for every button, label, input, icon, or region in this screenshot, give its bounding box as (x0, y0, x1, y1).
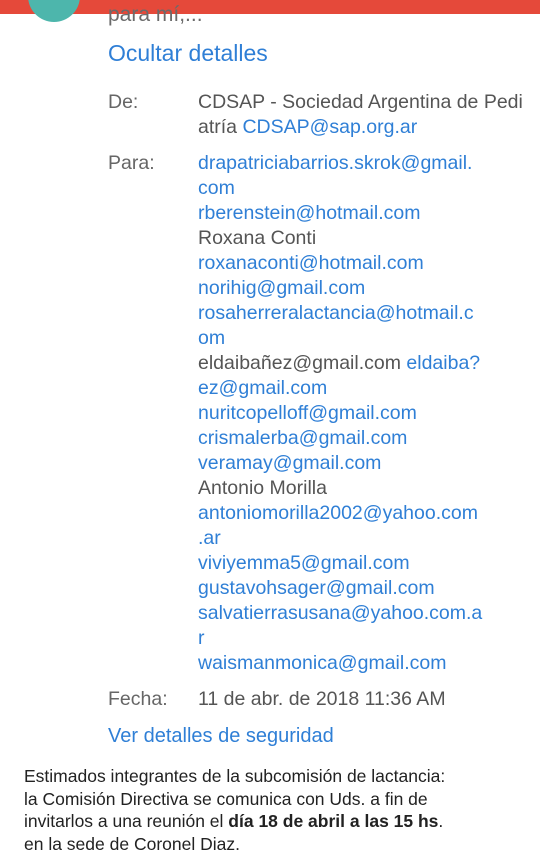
email-body: Estimados integrantes de la subcomisión … (24, 765, 524, 855)
recipient-email-link[interactable]: norihig@gmail.com (198, 276, 523, 301)
recipient-name: Antonio Morilla (198, 477, 327, 499)
recipient-email-link[interactable]: crismalerba@gmail.com (198, 426, 523, 451)
from-value: CDSAP - Sociedad Argentina de Pediatría … (198, 90, 523, 140)
recipient-email-link[interactable]: gustavohsager@gmail.com (198, 576, 523, 601)
recipient-email-link[interactable]: roxanaconti@hotmail.com (198, 251, 523, 276)
date-value: 11 de abr. de 2018 11:36 AM (198, 688, 446, 710)
body-line: la Comisión Directiva se comunica con Ud… (24, 788, 428, 809)
recipient-email-link[interactable]: ez@gmail.com (198, 376, 523, 401)
to-label: Para: (108, 152, 155, 174)
recipient-email-link[interactable]: waismanmonica@gmail.com (198, 651, 523, 676)
sender-avatar[interactable] (28, 0, 80, 22)
recipient-email-link[interactable]: nuritcopelloff@gmail.com (198, 401, 523, 426)
body-line: en la sede de Coronel Diaz. (24, 833, 240, 854)
body-line: Estimados integrantes de la subcomisión … (24, 766, 446, 786)
recipient-email-link[interactable]: .ar (198, 526, 523, 551)
from-label: De: (108, 91, 139, 113)
recipient-name: eldaibañez@gmail.com (198, 352, 401, 374)
recipient-name: Roxana Conti (198, 227, 317, 249)
body-text: . (438, 811, 444, 831)
recipient-email-link[interactable]: r (198, 626, 523, 651)
recipient-email-link[interactable]: eldaiba? (406, 352, 480, 374)
top-accent-bar (0, 0, 540, 14)
recipient-email-link[interactable]: rberenstein@hotmail.com (198, 201, 523, 226)
body-text: invitarlos a una reunión el (24, 811, 229, 831)
from-email-link[interactable]: CDSAP@sap.org.ar (242, 116, 417, 138)
recipient-email-link[interactable]: com (198, 176, 523, 201)
recipient-list: drapatriciabarrios.skrok@gmail. com rberen… (198, 151, 523, 676)
recipient-email-link[interactable]: om (198, 326, 523, 351)
body-line: invitarlos a una reunión el día 18 de ab… (24, 810, 524, 833)
recipient-email-link[interactable]: rosaherreralactancia@hotmail.c (198, 301, 523, 326)
recipient-email-link[interactable]: salvatierrasusana@yahoo.com.a (198, 601, 523, 626)
recipient-email-link[interactable]: drapatriciabarrios.skrok@gmail. (198, 151, 523, 176)
date-label: Fecha: (108, 688, 168, 710)
meeting-date: día 18 de abril a las 15 hs (228, 811, 439, 831)
hide-details-link[interactable]: Ocultar detalles (108, 38, 268, 68)
recipient-snippet: para mí,... (108, 3, 203, 26)
security-details-link[interactable]: Ver detalles de seguridad (108, 722, 334, 750)
recipient-email-link[interactable]: veramay@gmail.com (198, 451, 523, 476)
recipient-item: eldaibañez@gmail.com eldaiba? (198, 351, 523, 376)
recipient-email-link[interactable]: viviyemma5@gmail.com (198, 551, 523, 576)
recipient-email-link[interactable]: antoniomorilla2002@yahoo.com (198, 501, 523, 526)
